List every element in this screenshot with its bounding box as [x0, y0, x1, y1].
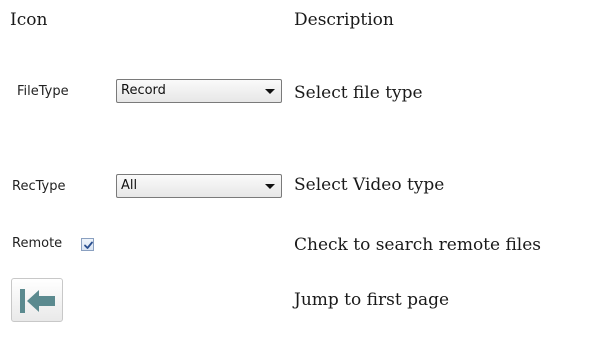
filetype-select-value: Record — [121, 83, 166, 98]
first-page-description: Jump to first page — [294, 290, 450, 310]
rectype-select-value: All — [121, 178, 138, 193]
filetype-label: FileType — [17, 84, 69, 99]
checkmark-icon — [84, 241, 93, 249]
rectype-description: Select Video type — [294, 175, 445, 195]
filetype-select[interactable]: Record — [116, 79, 282, 103]
filetype-description: Select file type — [294, 83, 423, 103]
description-column-header: Description — [294, 10, 394, 30]
remote-label: Remote — [12, 236, 63, 251]
rectype-select[interactable]: All — [116, 174, 282, 198]
first-page-icon — [20, 289, 55, 313]
first-page-button[interactable] — [11, 278, 63, 322]
chevron-down-icon — [265, 184, 275, 189]
chevron-down-icon — [265, 89, 275, 94]
remote-description: Check to search remote files — [294, 235, 542, 255]
remote-checkbox[interactable] — [81, 238, 94, 251]
rectype-label: RecType — [12, 179, 66, 194]
icon-column-header: Icon — [10, 10, 48, 30]
document-page: { "table": { "headers": { "icon": "Icon"… — [0, 0, 615, 345]
